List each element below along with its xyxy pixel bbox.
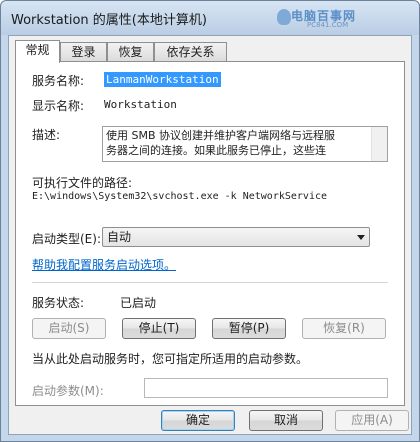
start-button[interactable]: 启动(S) [32,318,106,339]
tab-recovery[interactable]: 恢复 [107,42,154,62]
start-params-hint: 当从此处启动服务时，您可指定所适用的启动参数。 [32,352,309,366]
service-name-label: 服务名称: [32,74,85,88]
chevron-down-icon [357,235,365,240]
description-text[interactable]: 使用 SMB 协议创建并维护客户端网络与远程服 务器之间的连接。如果此服务已停止… [102,126,388,162]
startup-type-select[interactable]: 自动 [102,227,370,247]
watermark-url: PC841.COM [307,21,349,29]
help-configure-link[interactable]: 帮助我配置服务启动选项。 [32,256,176,273]
properties-window: Workstation 的属性(本地计算机) 电脑百事网 PC841.COM 常… [0,0,420,442]
pause-button[interactable]: 暂停(P) [212,318,286,339]
tab-general[interactable]: 常规 [15,40,60,63]
description-line: 使用 SMB 协议创建并维护客户端网络与远程服 [106,129,336,142]
general-tab-panel: 服务名称: LanmanWorkstation 显示名称: Workstatio… [15,61,405,406]
display-name-label: 显示名称: [32,99,85,113]
path-label: 可执行文件的路径: [32,176,133,190]
divider [32,282,388,283]
resume-button[interactable]: 恢复(R) [302,318,386,339]
startup-type-label: 启动类型(E): [32,232,101,246]
stop-button[interactable]: 停止(T) [122,318,196,339]
apply-button[interactable]: 应用(A) [335,410,409,431]
window-title: Workstation 的属性(本地计算机) [11,13,207,28]
display-name-value[interactable]: Workstation [104,98,177,111]
description-line: 务器之间的连接。如果此服务已停止，这些连 [106,144,326,157]
description-scrollbar[interactable] [371,127,387,161]
service-name-value[interactable]: LanmanWorkstation [104,72,221,87]
service-status-label: 服务状态: [32,296,85,310]
dialog-body: 常规 登录 恢复 依存关系 服务名称: LanmanWorkstation 显示… [8,35,412,435]
service-status-value: 已启动 [120,296,157,310]
watermark-icon [277,9,291,25]
path-value[interactable]: E:\windows\System32\svchost.exe -k Netwo… [32,191,327,202]
description-label: 描述: [32,128,61,142]
tab-logon[interactable]: 登录 [60,42,107,62]
title-bar[interactable]: Workstation 的属性(本地计算机) 电脑百事网 PC841.COM [1,1,419,35]
watermark-logo: 电脑百事网 PC841.COM [277,7,387,31]
start-params-label: 启动参数(M): [32,384,104,398]
tab-dependencies[interactable]: 依存关系 [154,42,227,62]
startup-type-value: 自动 [107,230,132,244]
cancel-button[interactable]: 取消 [249,410,323,431]
start-params-input[interactable] [144,378,388,398]
ok-button[interactable]: 确定 [161,410,235,431]
